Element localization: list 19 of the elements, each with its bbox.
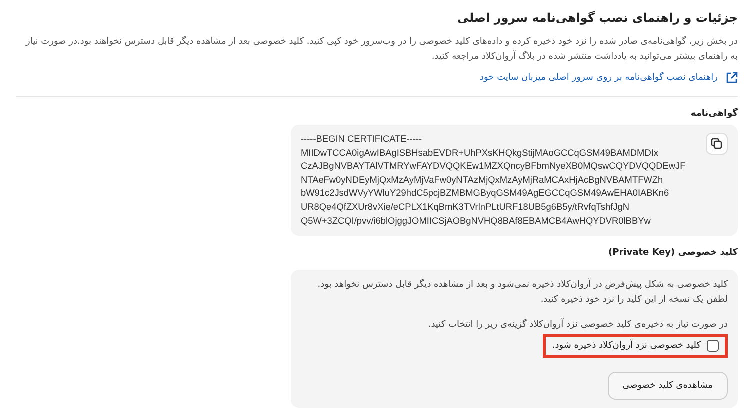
description-text: در بخش زیر، گواهی‌نامه‌ی صادر شده را نزد خود ذخیره کرده و داده‌های کلید خصوصی را در وب‌سرور خود کپی کنید. کلید خصوصی بعد از مشاهده دیگر قابل دسترس نخواهند بود.در صورت نیاز به راهنمای بیشتر می‌توانید به یادداشت منتشر شده در بلاگ آروان‌کلاد مراجعه کنید.: [24, 35, 738, 64]
certificate-line: MIIDwTCCA0igAwIBAgISBHsabEVDR+UhPXsKHQkgStijMAoGCCqGSM49BAMDMDIx: [301, 146, 660, 160]
copy-icon: [711, 138, 723, 150]
hint-text: در صورت نیاز به ذخیره‌ی کلید خصوصی نزد آروان‌کلاد گزینه‌ی زیر را انتخاب کنید.: [428, 320, 728, 330]
section-title: جزئیات و راهنمای نصب گواهی‌نامه سرور اصلی: [456, 11, 738, 25]
save-key-checkbox[interactable]: کلید خصوصی نزد آروان‌کلاد ذخیره شود.: [552, 340, 719, 352]
certificate-line: -----BEGIN CERTIFICATE-----: [301, 133, 424, 146]
certificate-line: bW91c2JsdWVyYWluY29hdC5pcjBZMBMGByqGSM49AgEGCCqGSM49AwEHA0IABKn6: [301, 187, 670, 200]
copy-button[interactable]: [706, 133, 728, 155]
field-label: کلید خصوصی (Private Key): [608, 248, 738, 258]
notice-text: کلید خصوصی به شکل پیش‌فرض در آروان‌کلاد ذخیره نمی‌شود و بعد از مشاهده دیگر قابل دسترس نخواهد بود. لطفن یک نسخه از این کلید را نزد خود ذخیره کنید.: [316, 278, 728, 307]
certificate-line: NTAeFw0yNDEyMjQxMzAyMjVaFw0yNTAzMjQxMzAyMjRaMCAxHjAcBgNVBAMTFWZh: [301, 174, 664, 187]
field-label: گواهی‌نامه: [690, 109, 738, 119]
certificate-line: UR8Qe4QfZXUr8vXie/eCPLX1KqBmK3TVrlnPLtURF18UB5g6B5y/tRvfqTshfJgN: [301, 200, 630, 214]
guide-link[interactable]: راهنمای نصب گواهی‌نامه بر روی سرور اصلی میزبان سایت خود: [480, 72, 738, 84]
certificate-line: Q5W+3ZCQI/pvv/i6blOjggJOMIICSjAOBgNVHQ8BAf8EBAMCB4AwHQYDVR0lBBYw: [301, 214, 652, 228]
certificate-line: CzAJBgNVBAYTAlVTMRYwFAYDVQQKEw1MZXQncyBFbmNyeXB0MQswCQYDVQQDEwJF: [301, 160, 687, 174]
view-key-button[interactable]: مشاهده‌ی کلید خصوصی: [608, 372, 728, 400]
external-link-icon: [726, 72, 738, 84]
